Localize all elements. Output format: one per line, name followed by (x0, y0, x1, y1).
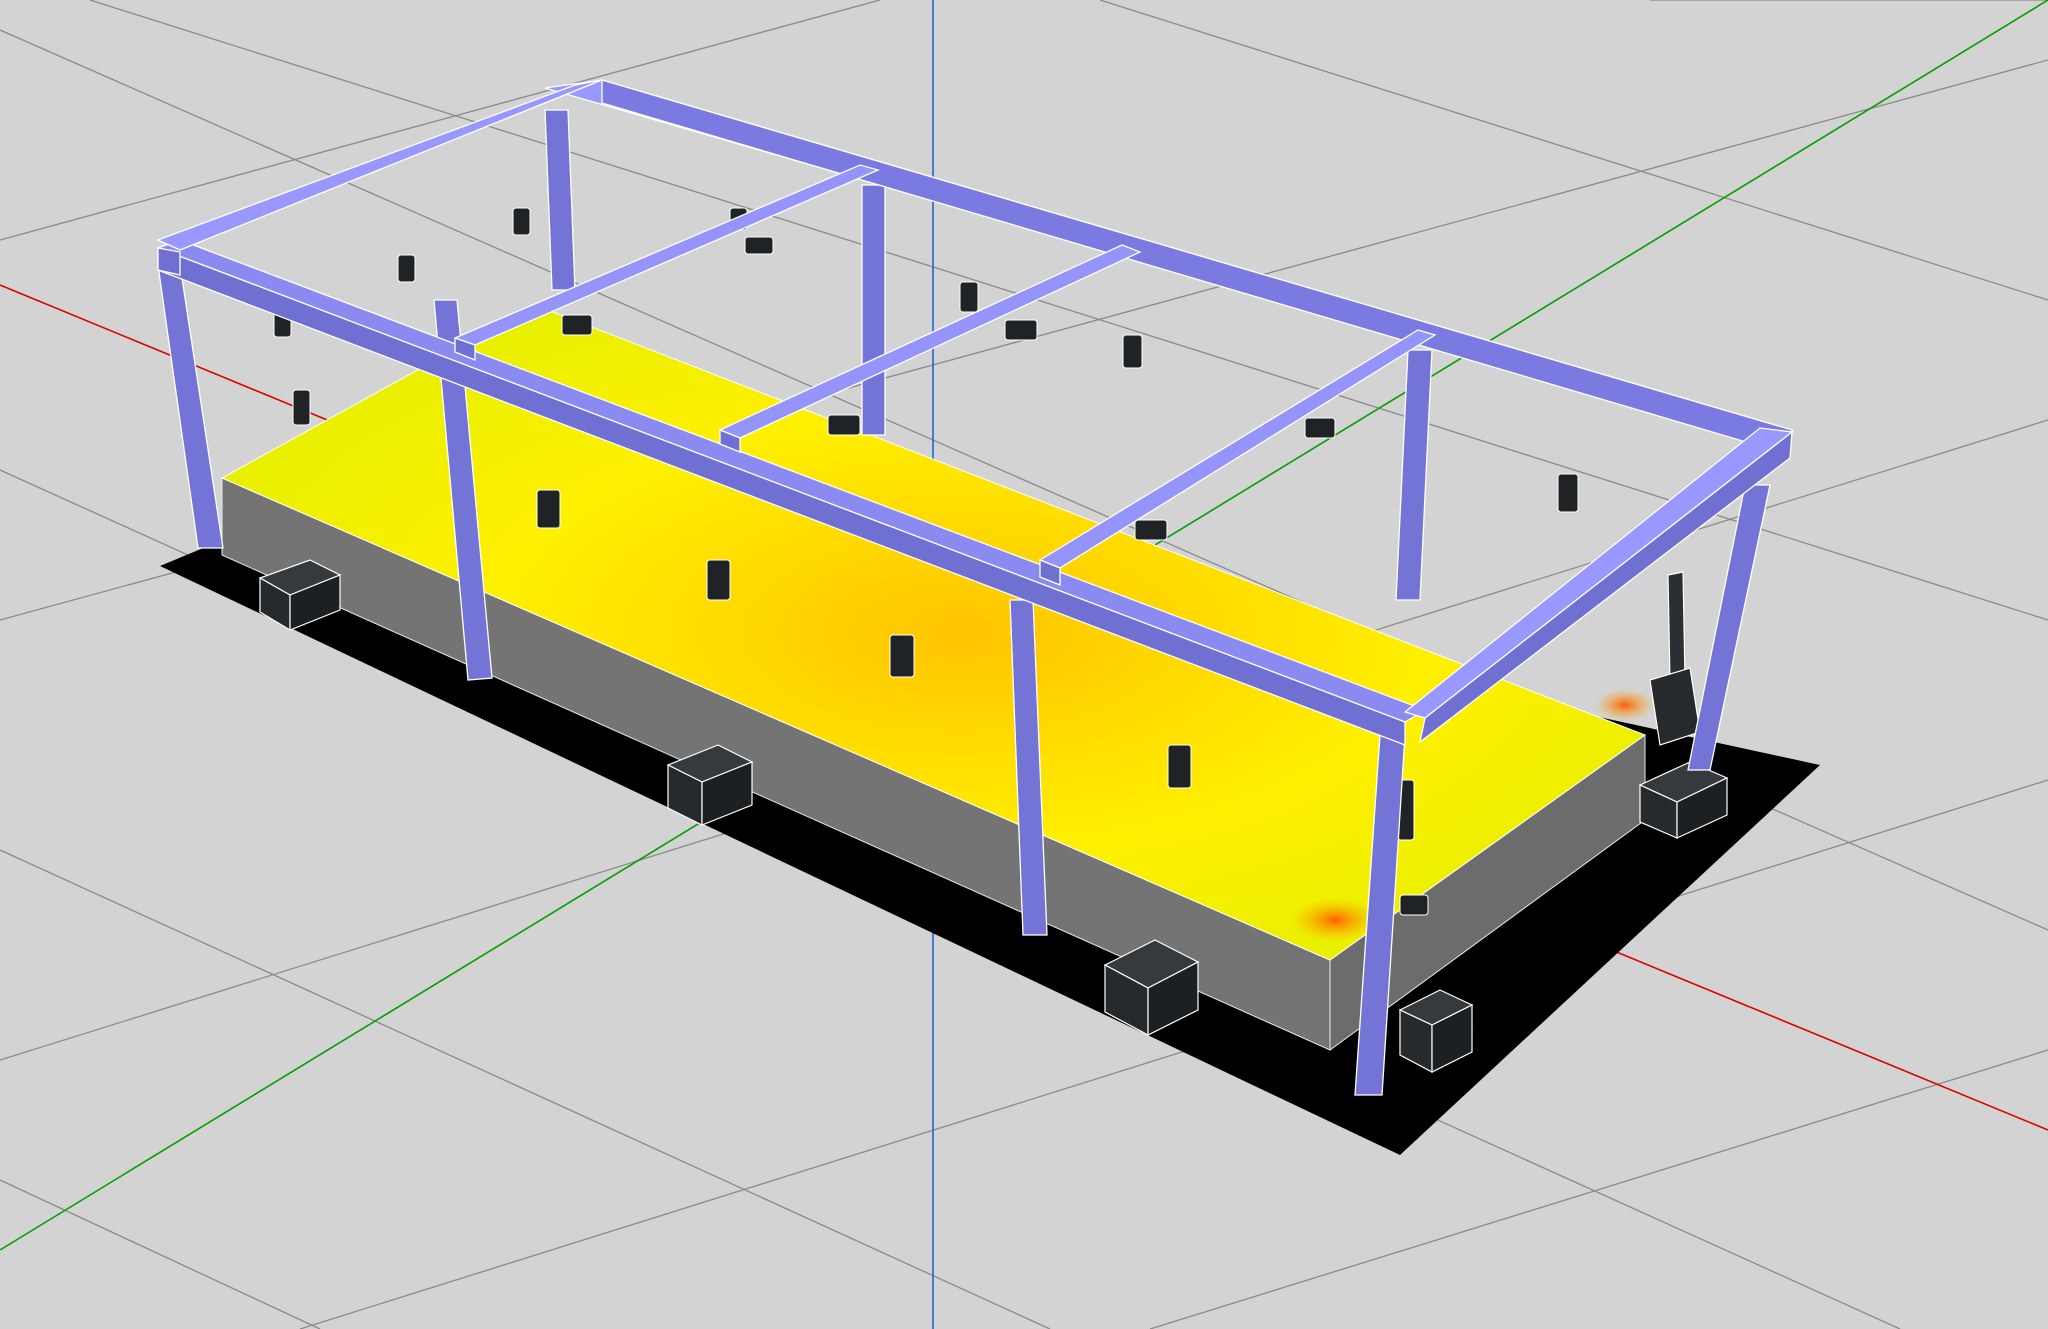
frame-cross-beam (1038, 329, 1437, 569)
frame-column (544, 109, 576, 291)
frame-cross-beam (453, 164, 880, 346)
frame-cross-beam (718, 244, 1142, 439)
frame-beam-back (601, 79, 1793, 456)
heat-hotspot (1595, 689, 1655, 721)
light-fixture (536, 489, 561, 529)
light-fixture (1399, 894, 1429, 916)
light-fixture (397, 254, 416, 283)
robot-arm[interactable] (1649, 571, 1701, 746)
light-fixture (292, 389, 311, 426)
light-fixture (512, 207, 531, 236)
frame-beam-left (156, 79, 603, 251)
light-fixture (1134, 519, 1168, 541)
light-fixture (1004, 319, 1038, 341)
light-fixture (1557, 473, 1579, 513)
frame-column (1395, 349, 1433, 601)
light-fixture (959, 281, 979, 313)
light-fixture (1122, 334, 1143, 369)
frame-column (861, 184, 886, 436)
3d-scene-viewport[interactable] (0, 0, 2048, 1329)
light-fixture (1304, 417, 1336, 439)
frame-beam-left (157, 247, 181, 276)
light-fixture (561, 314, 593, 336)
frame-column (1687, 484, 1771, 771)
light-fixture (744, 236, 774, 255)
light-fixture (827, 414, 861, 436)
light-fixture (889, 634, 915, 678)
light-fixture (706, 559, 731, 601)
scene-canvas[interactable] (0, 0, 2048, 1329)
frame-column (157, 264, 224, 549)
light-fixture (1167, 744, 1192, 789)
